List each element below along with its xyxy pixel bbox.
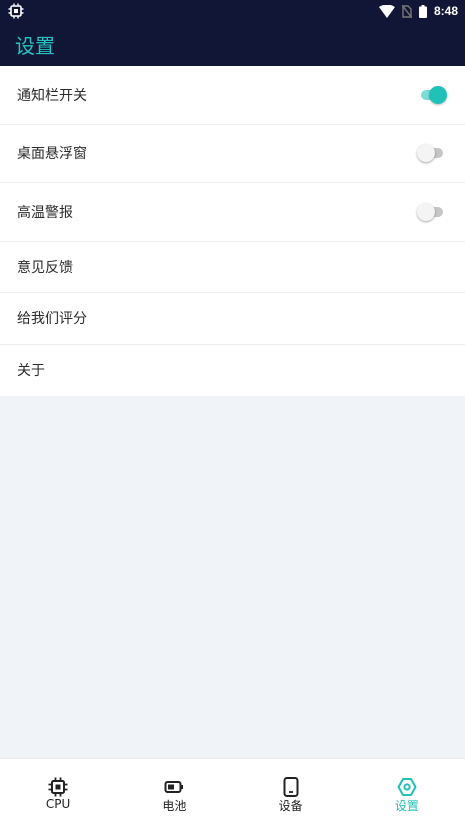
toggle-knob: [417, 144, 435, 163]
nav-item-cpu[interactable]: CPU: [0, 759, 116, 828]
settings-item-floating-window[interactable]: 桌面悬浮窗: [0, 125, 465, 183]
high-temp-alert-toggle[interactable]: [417, 202, 445, 222]
settings-item-label: 通知栏开关: [17, 87, 87, 104]
nav-label: 电池: [162, 799, 187, 813]
floating-window-toggle[interactable]: [417, 143, 445, 163]
settings-list: 通知栏开关 桌面悬浮窗 高温警报 意见反馈 给我们评分 关于: [0, 66, 465, 396]
nav-label: 设置: [394, 799, 419, 813]
app-bar: 设置: [0, 22, 465, 66]
cpu-chip-icon: [8, 3, 24, 19]
nav-item-device[interactable]: 设备: [233, 759, 349, 828]
settings-item-rate-us[interactable]: 给我们评分: [0, 293, 465, 345]
settings-hexagon-icon: [397, 778, 417, 796]
phone-device-icon: [283, 777, 299, 797]
settings-item-high-temp-alert[interactable]: 高温警报: [0, 183, 465, 242]
page-title: 设置: [15, 34, 55, 58]
status-bar: 8:48: [0, 0, 465, 22]
cpu-chip-icon: [48, 777, 68, 797]
bottom-navigation: CPU 电池 设备 设置: [0, 758, 465, 828]
nav-label: 设备: [278, 799, 303, 813]
no-sim-icon: [401, 4, 412, 18]
settings-item-label: 意见反馈: [17, 259, 73, 276]
toggle-knob: [429, 85, 447, 104]
settings-item-notification-bar[interactable]: 通知栏开关: [0, 66, 465, 125]
notification-bar-toggle[interactable]: [419, 85, 447, 105]
battery-icon: [418, 4, 427, 18]
settings-item-label: 关于: [17, 363, 45, 379]
settings-item-label: 高温警报: [17, 204, 73, 221]
settings-item-label: 桌面悬浮窗: [17, 146, 87, 163]
settings-item-feedback[interactable]: 意见反馈: [0, 242, 465, 293]
nav-label: CPU: [45, 797, 71, 811]
settings-item-label: 给我们评分: [17, 311, 87, 328]
status-time: 8:48: [433, 4, 458, 18]
settings-item-about[interactable]: 关于: [0, 345, 465, 396]
battery-icon: [164, 781, 184, 793]
nav-item-settings[interactable]: 设置: [349, 759, 465, 828]
toggle-knob: [417, 202, 435, 221]
nav-item-battery[interactable]: 电池: [116, 759, 232, 828]
wifi-icon: [378, 4, 395, 18]
